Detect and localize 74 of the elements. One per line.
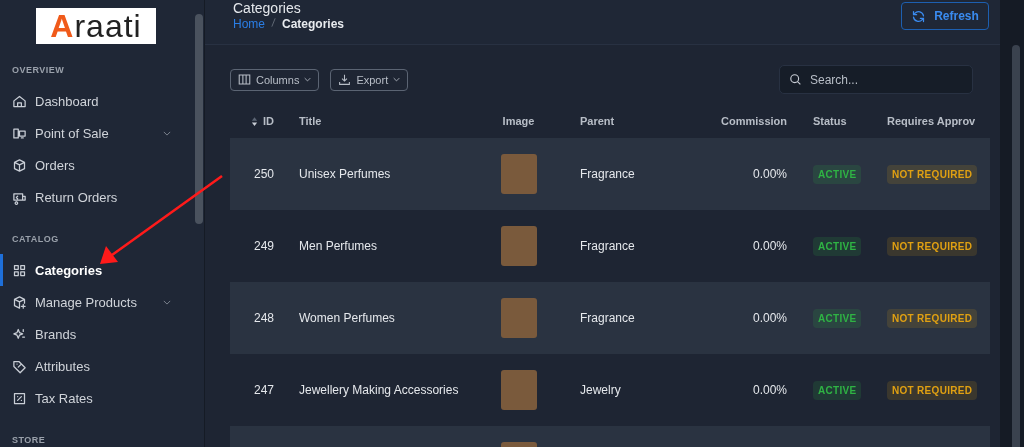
sidebar-item[interactable]: Tax Rates — [0, 382, 193, 414]
photo-placeholder — [500, 370, 537, 410]
approval-badge: NOT REQUIRED — [887, 165, 978, 184]
menu-item-icon — [12, 157, 27, 173]
section-title: OVERVIEW — [11, 65, 66, 76]
menu-item-icon — [12, 262, 27, 278]
table-row[interactable]: 249 Men Perfumes Fragrance 0.00% ACTIVE NOT REQUIRED — [230, 210, 990, 282]
page-title: Categories — [233, 0, 302, 16]
scrollbar[interactable] — [1000, 0, 1024, 447]
menu-item-icon — [12, 93, 27, 109]
table-cell-text: Jewelry — [579, 383, 622, 397]
table-cell-text: 0.00% — [751, 239, 787, 253]
photo-placeholder — [500, 298, 537, 338]
breadcrumb-current: Categories — [282, 17, 345, 31]
status-badge: ACTIVE — [813, 237, 862, 256]
table-cell-text: 247 — [252, 383, 274, 397]
table-cell-text: 0.00% — [751, 311, 787, 325]
table-cell-text: Fragrance — [579, 311, 636, 325]
menu-item-icon — [12, 326, 27, 342]
sidebar-item[interactable]: Categories — [0, 254, 193, 286]
refresh-icon — [911, 8, 927, 24]
menu-item-icon — [12, 390, 27, 406]
table-row[interactable]: 248 Women Perfumes Fragrance 0.00% ACTIVE NOT REQUIRED — [230, 282, 990, 354]
table-row[interactable]: 247 Jewellery Making Accessories Jewelry 0.00% ACTIVE NOT REQUIRED — [230, 354, 990, 426]
menu-item-icon — [12, 125, 27, 141]
approval-badge: NOT REQUIRED — [887, 309, 978, 328]
export-button[interactable]: Export — [330, 68, 409, 91]
status-badge: ACTIVE — [813, 309, 862, 328]
section-title: STORE — [11, 435, 47, 446]
caret-icon — [304, 77, 312, 82]
column-header[interactable]: Commission — [655, 115, 787, 127]
column-header[interactable]: Parent — [555, 115, 655, 127]
photo-placeholder — [500, 226, 537, 266]
menu-item-icon — [12, 294, 27, 310]
table-cell-text: Women Perfumes — [298, 311, 396, 325]
table-cell-text: 0.00% — [751, 383, 787, 397]
sidebar-item[interactable]: Point of Sale — [0, 117, 193, 149]
sidebar-item[interactable]: Orders — [0, 149, 193, 181]
column-header[interactable]: ID — [230, 115, 274, 127]
search-field[interactable]: Search... — [779, 65, 973, 94]
columns-button[interactable]: Columns — [230, 68, 320, 91]
columns-icon — [238, 73, 251, 86]
sidebar-item[interactable]: Attributes — [0, 350, 193, 382]
column-header[interactable]: Title — [274, 115, 482, 127]
status-badge: ACTIVE — [813, 165, 862, 184]
column-header[interactable]: Status — [787, 115, 887, 127]
menu-item-icon — [12, 358, 27, 374]
sidebar-item[interactable]: Manage Products — [0, 286, 193, 318]
table-cell-text: Men Perfumes — [298, 239, 379, 253]
table-cell-text: Unisex Perfumes — [298, 167, 392, 181]
download-icon — [338, 73, 352, 86]
table-cell-text: 250 — [252, 167, 274, 181]
sort-descending-icon — [251, 115, 258, 127]
table-cell-text: Fragrance — [579, 239, 636, 253]
table-cell-text: Jewellery Making Accessories — [298, 383, 460, 397]
caret-icon — [393, 77, 401, 82]
sidebar-item[interactable]: Brands — [0, 318, 193, 350]
breadcrumb-link[interactable]: Home — [233, 17, 265, 31]
table-row[interactable]: 250 Unisex Perfumes Fragrance 0.00% ACTIVE NOT REQUIRED — [230, 138, 990, 210]
sidebar-item[interactable]: Dashboard — [0, 85, 193, 117]
status-badge: ACTIVE — [813, 381, 862, 400]
column-header[interactable]: Image — [482, 115, 555, 127]
logo: Araati — [36, 8, 156, 44]
approval-badge: NOT REQUIRED — [887, 381, 978, 400]
table-cell-text: 248 — [252, 311, 274, 325]
column-header[interactable]: Requires Approv — [887, 115, 987, 127]
refresh-button[interactable]: Refresh — [901, 2, 989, 30]
sidebar-item[interactable]: Return Orders — [0, 181, 193, 213]
section-title: CATALOG — [11, 234, 60, 245]
table-cell-text: 249 — [252, 239, 274, 253]
approval-badge: NOT REQUIRED — [887, 237, 978, 256]
table-cell-text: Fragrance — [579, 167, 636, 181]
table-cell-text: 0.00% — [751, 167, 787, 181]
photo-placeholder — [500, 154, 537, 194]
